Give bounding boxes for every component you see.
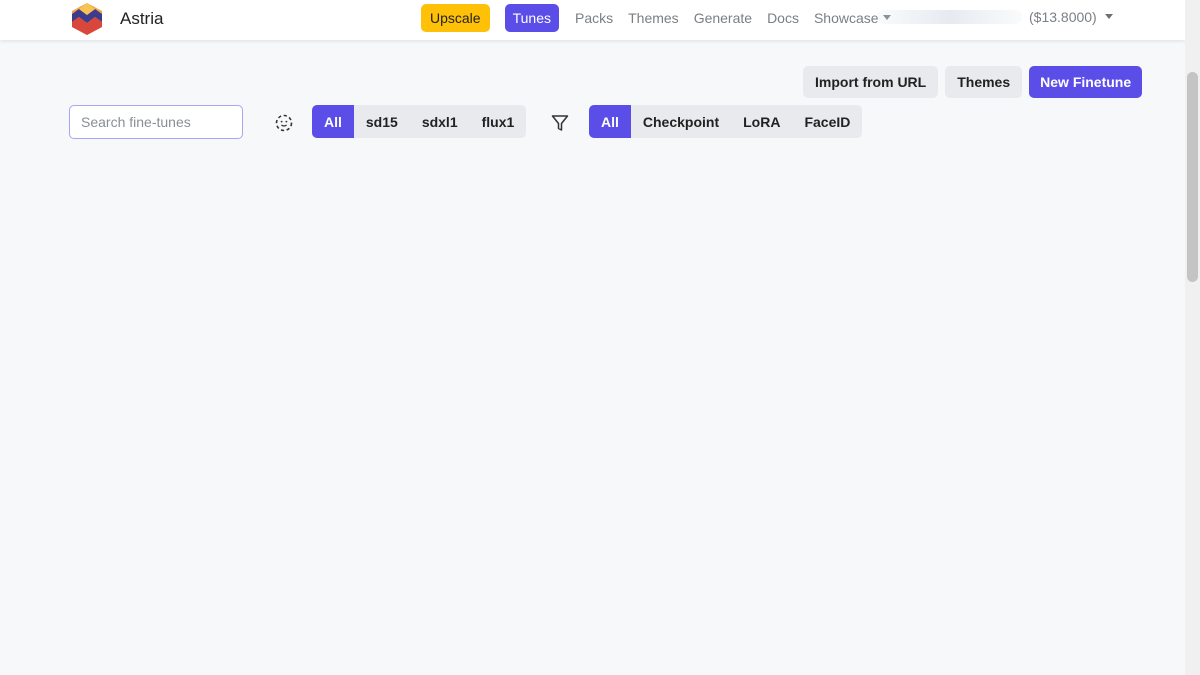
nav-link-showcase-label: Showcase [813, 10, 879, 26]
type-option-checkpoint[interactable]: Checkpoint [631, 105, 731, 138]
main-nav: Upscale Tunes Packs Themes Generate Docs… [421, 4, 891, 32]
brand-name: Astria [120, 9, 164, 28]
redacted-account-name [877, 10, 1022, 24]
nav-link-packs[interactable]: Packs [575, 10, 613, 26]
nav-link-docs[interactable]: Docs [767, 10, 799, 26]
funnel-filter-icon[interactable] [550, 113, 570, 133]
top-navbar: Astria Upscale Tunes Packs Themes Genera… [0, 0, 1185, 40]
new-finetune-button[interactable]: New Finetune [1029, 66, 1143, 98]
search-input[interactable] [69, 105, 243, 139]
balance-value: ($13.8000) [1029, 9, 1097, 25]
type-option-lora[interactable]: LoRA [731, 105, 792, 138]
model-option-sd15[interactable]: sd15 [354, 105, 410, 138]
themes-button[interactable]: Themes [945, 66, 1023, 98]
page-scrollbar-thumb[interactable] [1187, 72, 1198, 282]
account-balance-dropdown[interactable]: ($13.8000) [1029, 9, 1113, 25]
nav-link-themes[interactable]: Themes [628, 10, 679, 26]
import-from-url-button[interactable]: Import from URL [803, 66, 939, 98]
model-option-sdxl1[interactable]: sdxl1 [410, 105, 470, 138]
face-focus-icon[interactable] [274, 113, 294, 133]
type-option-all[interactable]: All [589, 105, 631, 138]
astria-logo-icon [72, 3, 102, 35]
base-model-filter: All sd15 sdxl1 flux1 [312, 105, 527, 138]
nav-link-generate[interactable]: Generate [694, 10, 752, 26]
page-actions: Import from URL Themes New Finetune [803, 66, 1143, 98]
model-option-flux1[interactable]: flux1 [470, 105, 527, 138]
type-option-faceid[interactable]: FaceID [792, 105, 862, 138]
model-option-all[interactable]: All [312, 105, 354, 138]
chevron-down-icon [1104, 14, 1113, 19]
tunes-button[interactable]: Tunes [504, 4, 559, 32]
model-type-filter: All Checkpoint LoRA FaceID [589, 105, 863, 138]
brand[interactable]: Astria [70, 2, 163, 36]
upscale-button[interactable]: Upscale [421, 4, 490, 32]
